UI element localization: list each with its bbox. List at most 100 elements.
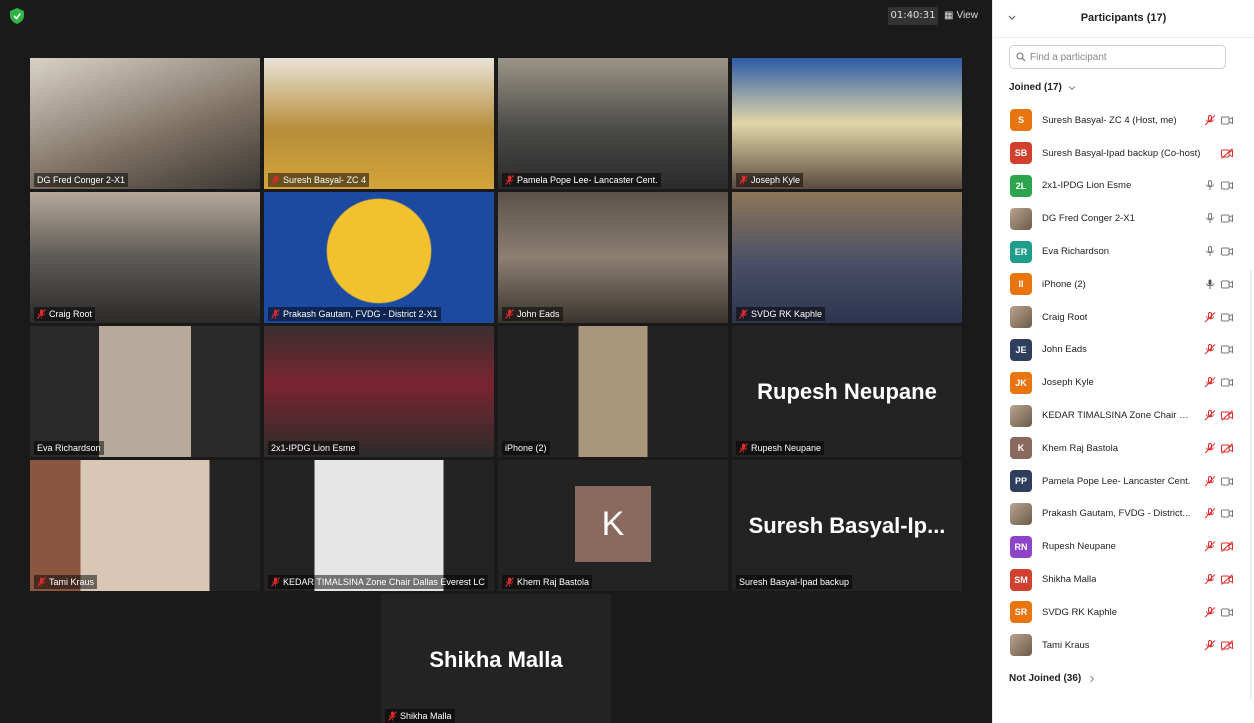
- tile-name-label: Tami Kraus: [34, 575, 98, 589]
- video-tile[interactable]: 2x1-IPDG Lion Esme: [264, 326, 494, 457]
- video-tile[interactable]: Pamela Pope Lee- Lancaster Cent.: [498, 58, 728, 189]
- video-tile[interactable]: SVDG RK Kaphle: [732, 192, 962, 323]
- microphone-icon[interactable]: [1204, 213, 1216, 224]
- participant-name: SVDG RK Kaphle: [1042, 606, 1117, 618]
- video-tile[interactable]: Craig Root: [30, 192, 260, 323]
- video-feed: [264, 460, 494, 591]
- participant-row[interactable]: Prakash Gautam, FVDG - District...: [993, 498, 1254, 531]
- tile-name-text: KEDAR TIMALSINA Zone Chair Dallas Everes…: [283, 577, 485, 587]
- video-off-icon[interactable]: [1221, 639, 1233, 651]
- video-tile[interactable]: iPhone (2): [498, 326, 728, 457]
- mic-muted-icon[interactable]: [1204, 541, 1216, 552]
- mic-muted-icon[interactable]: [1204, 410, 1216, 421]
- mic-muted-icon[interactable]: [1204, 377, 1216, 388]
- mic-muted-icon[interactable]: [1204, 574, 1216, 585]
- tile-name-label: Prakash Gautam, FVDG - District 2-X1: [268, 307, 441, 321]
- microphone-icon[interactable]: [1204, 180, 1216, 191]
- mic-muted-icon: [388, 711, 397, 721]
- mic-muted-icon[interactable]: [1204, 114, 1216, 126]
- mic-muted-icon[interactable]: [1204, 606, 1216, 618]
- participant-row[interactable]: SR SVDG RK Kaphle: [993, 596, 1254, 629]
- mic-muted-icon[interactable]: [1204, 442, 1216, 454]
- tile-name-text: Pamela Pope Lee- Lancaster Cent.: [517, 175, 658, 185]
- participant-row[interactable]: S Suresh Basyal- ZC 4 (Host, me): [993, 104, 1254, 137]
- video-camera-icon[interactable]: [1221, 476, 1233, 487]
- video-camera-icon[interactable]: [1221, 377, 1233, 388]
- video-off-icon[interactable]: [1221, 410, 1233, 421]
- video-camera-icon[interactable]: [1221, 213, 1233, 224]
- video-camera-icon[interactable]: [1221, 115, 1233, 126]
- participant-row[interactable]: Craig Root: [993, 301, 1254, 334]
- mic-muted-icon[interactable]: [1204, 344, 1216, 355]
- tile-name-text: Prakash Gautam, FVDG - District 2-X1: [283, 309, 438, 319]
- video-tile[interactable]: K Khem Raj Bastola: [498, 460, 728, 591]
- video-camera-icon[interactable]: [1221, 344, 1233, 355]
- video-tile[interactable]: Eva Richardson: [30, 326, 260, 457]
- video-off-icon[interactable]: [1221, 574, 1233, 585]
- tile-name-label: Eva Richardson: [34, 441, 104, 455]
- video-camera-icon[interactable]: [1221, 508, 1233, 519]
- participant-status-icons: [1204, 246, 1233, 257]
- participant-row[interactable]: RN Rupesh Neupane: [993, 530, 1254, 563]
- participant-row[interactable]: 2L 2x1-IPDG Lion Esme: [993, 170, 1254, 203]
- view-button[interactable]: ▦ View: [944, 7, 978, 25]
- panel-edge-decoration: [1250, 270, 1252, 700]
- tile-name-label: Craig Root: [34, 307, 96, 321]
- participant-avatar: [1010, 634, 1032, 657]
- participant-row[interactable]: Tami Kraus: [993, 629, 1254, 662]
- participant-row[interactable]: ER Eva Richardson: [993, 235, 1254, 268]
- joined-section-toggle[interactable]: Joined (17): [1009, 82, 1076, 93]
- participant-search[interactable]: [1009, 45, 1226, 69]
- video-tile[interactable]: DG Fred Conger 2-X1: [30, 58, 260, 189]
- video-tile[interactable]: KEDAR TIMALSINA Zone Chair Dallas Everes…: [264, 460, 494, 591]
- mic-muted-icon[interactable]: [1204, 508, 1216, 519]
- participant-row[interactable]: JK Joseph Kyle: [993, 366, 1254, 399]
- participant-row[interactable]: JE John Eads: [993, 334, 1254, 367]
- video-camera-icon[interactable]: [1221, 279, 1233, 290]
- video-tile[interactable]: Shikha Malla Shikha Malla: [381, 594, 611, 723]
- meeting-top-bar: 01:40:31 ▦ View: [0, 0, 992, 32]
- video-camera-icon[interactable]: [1221, 312, 1233, 323]
- display-name-large: Shikha Malla: [429, 646, 563, 672]
- encryption-shield-icon[interactable]: [10, 8, 24, 24]
- mic-muted-icon[interactable]: [1204, 475, 1216, 487]
- participant-row[interactable]: PP Pamela Pope Lee- Lancaster Cent.: [993, 465, 1254, 498]
- joined-label: Joined (17): [1009, 82, 1062, 93]
- participant-row[interactable]: II iPhone (2): [993, 268, 1254, 301]
- tile-name-text: SVDG RK Kaphle: [751, 309, 823, 319]
- video-tile[interactable]: John Eads: [498, 192, 728, 323]
- video-camera-icon[interactable]: [1221, 180, 1233, 191]
- chevron-right-icon: [1090, 675, 1095, 682]
- participant-name: Eva Richardson: [1042, 246, 1110, 258]
- participant-row[interactable]: SB Suresh Basyal-Ipad backup (Co-host): [993, 137, 1254, 170]
- tile-name-label: Khem Raj Bastola: [502, 575, 593, 589]
- microphone-icon[interactable]: [1204, 246, 1216, 257]
- tile-name-label: DG Fred Conger 2-X1: [34, 173, 129, 187]
- participant-avatar: [1010, 306, 1032, 329]
- tile-name-text: iPhone (2): [505, 443, 547, 453]
- video-camera-icon[interactable]: [1221, 246, 1233, 257]
- tile-name-text: DG Fred Conger 2-X1: [37, 175, 126, 185]
- video-tile[interactable]: Tami Kraus: [30, 460, 260, 591]
- mic-muted-icon: [505, 309, 514, 319]
- not-joined-section-toggle[interactable]: Not Joined (36): [1009, 673, 1096, 684]
- video-off-icon[interactable]: [1221, 442, 1233, 454]
- video-off-icon[interactable]: [1221, 541, 1233, 553]
- participant-row[interactable]: KEDAR TIMALSINA Zone Chair D...: [993, 399, 1254, 432]
- video-tile[interactable]: Prakash Gautam, FVDG - District 2-X1: [264, 192, 494, 323]
- video-tile[interactable]: Suresh Basyal-Ip... Suresh Basyal-Ipad ba…: [732, 460, 962, 591]
- microphone-icon[interactable]: [1204, 279, 1216, 290]
- video-tile[interactable]: Rupesh Neupane Rupesh Neupane: [732, 326, 962, 457]
- video-off-icon[interactable]: [1221, 147, 1233, 159]
- video-camera-icon[interactable]: [1221, 607, 1233, 618]
- participant-row[interactable]: SM Shikha Malla: [993, 563, 1254, 596]
- video-tile[interactable]: Joseph Kyle: [732, 58, 962, 189]
- participant-row[interactable]: K Khem Raj Bastola: [993, 432, 1254, 465]
- mic-muted-icon: [505, 175, 514, 185]
- mic-muted-icon[interactable]: [1204, 639, 1216, 651]
- mic-muted-icon[interactable]: [1204, 311, 1216, 323]
- video-tile[interactable]: Suresh Basyal- ZC 4: [264, 58, 494, 189]
- participant-status-icons: [1204, 639, 1233, 651]
- search-input[interactable]: [1030, 51, 1210, 63]
- participant-row[interactable]: DG Fred Conger 2-X1: [993, 202, 1254, 235]
